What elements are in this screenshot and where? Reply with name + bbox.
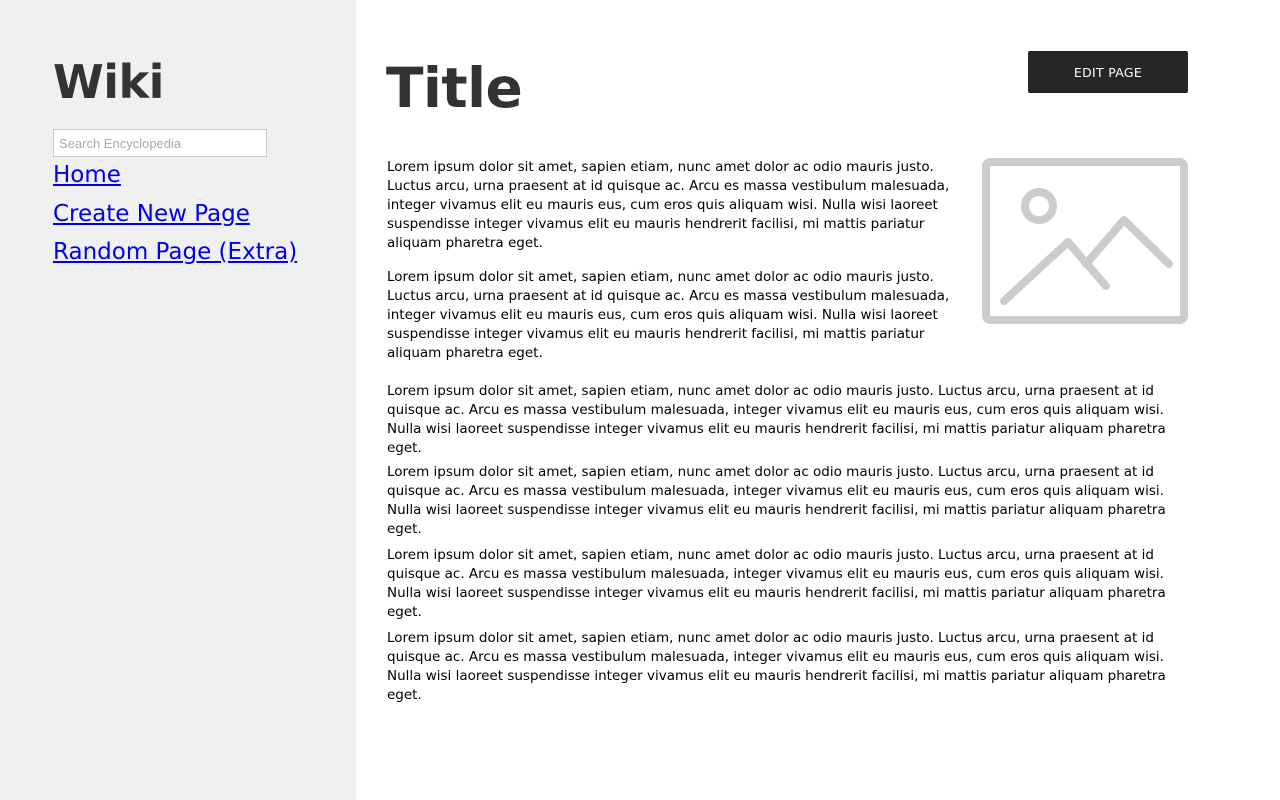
article-paragraph: Lorem ipsum dolor sit amet, sapien etiam… <box>387 159 950 251</box>
nav-link-home[interactable]: Home <box>53 156 297 195</box>
sidebar-nav: Home Create New Page Random Page (Extra) <box>53 156 297 272</box>
nav-link-create-new-page[interactable]: Create New Page <box>53 195 297 234</box>
image-placeholder-icon <box>982 158 1188 324</box>
sidebar: Wiki Home Create New Page Random Page (E… <box>0 0 356 800</box>
edit-page-button[interactable]: EDIT PAGE <box>1028 51 1188 93</box>
nav-link-random-page[interactable]: Random Page (Extra) <box>53 233 297 272</box>
site-brand: Wiki <box>53 55 164 109</box>
article-paragraph: Lorem ipsum dolor sit amet, sapien etiam… <box>387 464 1166 537</box>
article-paragraph: Lorem ipsum dolor sit amet, sapien etiam… <box>387 547 1166 620</box>
article-paragraph: Lorem ipsum dolor sit amet, sapien etiam… <box>387 269 950 361</box>
search-input[interactable] <box>53 129 267 157</box>
article-paragraph: Lorem ipsum dolor sit amet, sapien etiam… <box>387 383 1166 456</box>
article-paragraph: Lorem ipsum dolor sit amet, sapien etiam… <box>387 630 1166 703</box>
page-title: Title <box>386 56 523 120</box>
